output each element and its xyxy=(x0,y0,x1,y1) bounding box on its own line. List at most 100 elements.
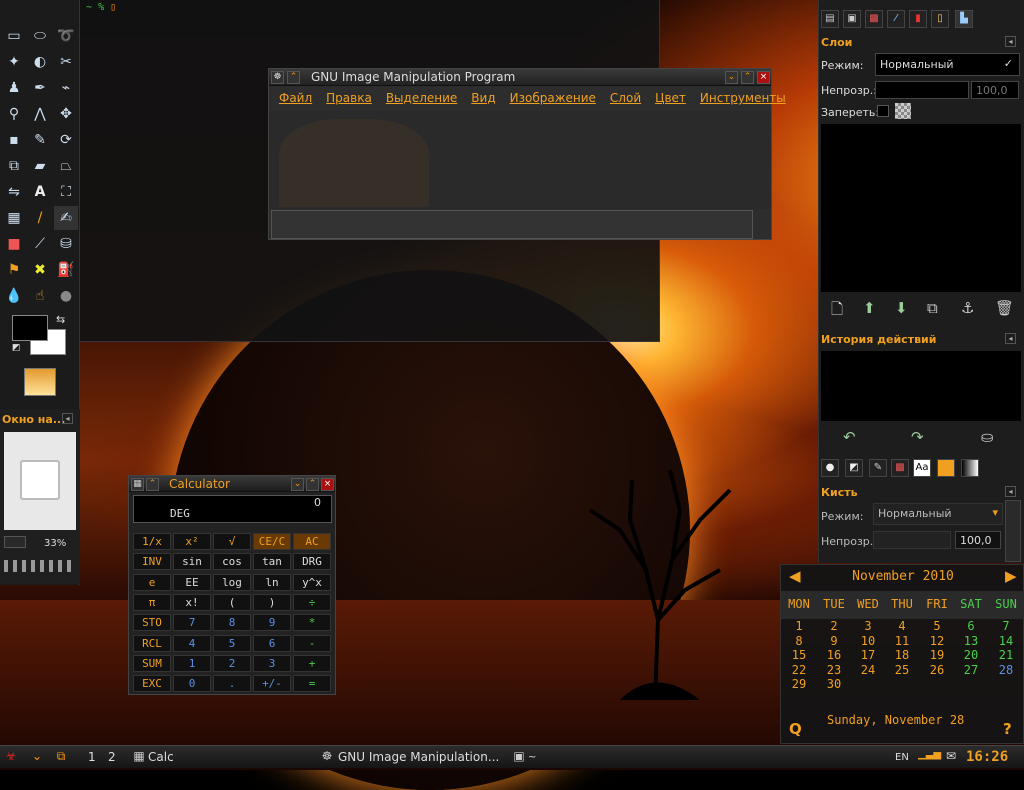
menu-edit[interactable]: Правка xyxy=(326,91,372,110)
crop-icon[interactable]: ✎ xyxy=(28,128,52,152)
workspace-2[interactable]: 2 xyxy=(108,748,116,767)
calculator-window-menu-icon[interactable]: ▦ xyxy=(131,478,144,491)
brush-opacity-slider[interactable] xyxy=(873,531,951,549)
font-tab-icon[interactable]: Aa xyxy=(913,459,931,477)
workspace-1[interactable]: 1 xyxy=(88,748,96,767)
calendar-day[interactable]: 10 xyxy=(851,634,885,648)
gradient-tab-icon[interactable] xyxy=(937,459,955,477)
documents-tab-icon[interactable]: ▯ xyxy=(931,10,949,28)
window-list-icon[interactable]: ⧉ xyxy=(52,749,70,766)
foreground-color-swatch[interactable] xyxy=(12,315,48,341)
calc-key[interactable]: EXC xyxy=(133,675,171,692)
maximize-icon[interactable]: ⌃ xyxy=(741,71,754,84)
calculator-maximize-icon[interactable]: ⌃ xyxy=(306,478,319,491)
new-layer-icon[interactable]: 🗋 xyxy=(831,299,843,324)
calc-key[interactable]: 0 xyxy=(173,675,211,692)
calc-key[interactable]: DRG xyxy=(293,553,331,570)
task-terminal[interactable]: ~ xyxy=(528,748,536,767)
calendar-day[interactable]: 3 xyxy=(851,619,885,633)
align-icon[interactable]: ▪ xyxy=(2,128,26,152)
calc-key[interactable]: π xyxy=(133,594,171,611)
calc-key[interactable]: 6 xyxy=(253,635,291,652)
keyboard-layout[interactable]: EN xyxy=(895,748,909,767)
colors-tab-icon[interactable]: ◩ xyxy=(845,459,863,477)
calc-key[interactable]: log xyxy=(213,574,251,591)
task-calc[interactable]: Calc xyxy=(148,748,174,767)
calc-key[interactable]: y^x xyxy=(293,574,331,591)
calendar-day[interactable]: 26 xyxy=(920,663,954,677)
lower-layer-icon[interactable]: ⬇ xyxy=(895,299,908,317)
calc-key[interactable]: 1/x xyxy=(133,533,171,550)
calendar-day[interactable]: 16 xyxy=(817,648,851,662)
calendar-day[interactable]: 13 xyxy=(954,634,988,648)
calendar-day[interactable]: 23 xyxy=(817,663,851,677)
calc-key[interactable]: e xyxy=(133,574,171,591)
history-menu-icon[interactable]: ◂ xyxy=(1005,333,1016,344)
calendar-day[interactable]: 24 xyxy=(851,663,885,677)
calendar-day[interactable]: 22 xyxy=(782,663,816,677)
brush-mode-select[interactable]: Нормальный ▾ xyxy=(873,503,1003,525)
calc-key[interactable]: SUM xyxy=(133,655,171,672)
perspective-clone-icon[interactable]: ⛽ xyxy=(54,258,78,282)
calc-key[interactable]: CE/C xyxy=(253,533,291,550)
paintbrush-icon[interactable]: ✍ xyxy=(54,206,78,230)
calc-key[interactable]: RCL xyxy=(133,635,171,652)
calc-key[interactable]: AC xyxy=(293,533,331,550)
biohazard-menu-icon[interactable]: ☣ xyxy=(2,749,20,766)
brush-options-menu-icon[interactable]: ◂ xyxy=(1005,486,1016,497)
blur-icon[interactable]: 💧 xyxy=(2,284,26,308)
duplicate-layer-icon[interactable]: ⧉ xyxy=(927,299,938,317)
calc-key[interactable]: +/- xyxy=(253,675,291,692)
layers-menu-icon[interactable]: ◂ xyxy=(1005,36,1016,47)
bucket-fill-icon[interactable]: ⛶ xyxy=(54,180,78,204)
raise-layer-icon[interactable]: ⬆ xyxy=(863,299,876,317)
menu-image[interactable]: Изображение xyxy=(510,91,596,110)
calc-key[interactable]: 7 xyxy=(173,614,211,631)
calc-key[interactable]: 4 xyxy=(173,635,211,652)
clear-history-icon[interactable]: ⛀ xyxy=(981,428,994,446)
close-icon[interactable]: × xyxy=(757,71,770,84)
calc-key[interactable]: sin xyxy=(173,553,211,570)
calendar-day[interactable]: 7 xyxy=(989,619,1023,633)
calendar-day[interactable]: 19 xyxy=(920,648,954,662)
calc-key[interactable]: cos xyxy=(213,553,251,570)
menu-select[interactable]: Выделение xyxy=(386,91,457,110)
calc-key[interactable]: 2 xyxy=(213,655,251,672)
smudge-icon[interactable]: ☝ xyxy=(28,284,52,308)
delete-layer-icon[interactable]: 🗑 xyxy=(995,299,1014,317)
shade-icon[interactable]: ⌃ xyxy=(287,71,300,84)
calendar-day[interactable]: 27 xyxy=(954,663,988,677)
calculator-titlebar[interactable]: ▦ ⌃ Calculator ⌄ ⌃ × xyxy=(129,476,335,492)
history-list[interactable] xyxy=(821,351,1021,421)
next-month-icon[interactable]: ▶ xyxy=(1005,567,1017,585)
calc-key[interactable]: * xyxy=(293,614,331,631)
calendar-day[interactable]: 30 xyxy=(817,677,851,691)
lock-pixels-checkbox[interactable] xyxy=(877,105,889,117)
calculator-close-icon[interactable]: × xyxy=(321,478,334,491)
measure-icon[interactable]: ⋀ xyxy=(28,102,52,126)
calc-key[interactable]: EE xyxy=(173,574,211,591)
calendar-day[interactable]: 21 xyxy=(989,648,1023,662)
zoom-icon[interactable]: ⚲ xyxy=(2,102,26,126)
foreground-select-icon[interactable]: ♟ xyxy=(2,76,26,100)
calendar-day[interactable]: 6 xyxy=(954,619,988,633)
active-image-thumbnail[interactable] xyxy=(24,368,56,396)
calendar-day[interactable]: 29 xyxy=(782,677,816,691)
calendar-day[interactable]: 12 xyxy=(920,634,954,648)
menu-file[interactable]: Файл xyxy=(279,91,312,110)
task-gimp[interactable]: GNU Image Manipulation... xyxy=(338,748,499,767)
color-select-icon[interactable]: ◐ xyxy=(28,50,52,74)
calendar-help-icon[interactable]: ? xyxy=(1003,720,1012,738)
undo-icon[interactable]: ↶ xyxy=(843,428,856,446)
redo-icon[interactable]: ↷ xyxy=(911,428,924,446)
default-colors-icon[interactable]: ◩ xyxy=(12,343,21,353)
eraser-icon[interactable]: ■ xyxy=(2,232,26,256)
ink-icon[interactable]: ⛁ xyxy=(54,232,78,256)
calendar-day[interactable]: 20 xyxy=(954,648,988,662)
tool-options-tab-icon[interactable]: ▤ xyxy=(821,10,839,28)
calendar-day[interactable]: 1 xyxy=(782,619,816,633)
calculator-shade-icon[interactable]: ⌃ xyxy=(146,478,159,491)
menu-colors[interactable]: Цвет xyxy=(655,91,686,110)
calc-key[interactable]: STO xyxy=(133,614,171,631)
gradient-editor-tab-icon[interactable] xyxy=(961,459,979,477)
